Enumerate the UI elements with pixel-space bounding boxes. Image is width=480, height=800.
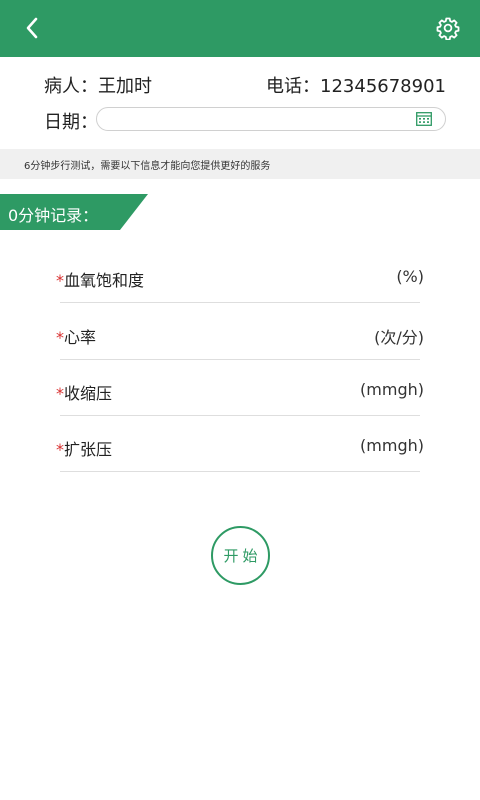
section-tag: 0分钟记录：: [0, 194, 148, 230]
required-mark: *: [56, 328, 64, 347]
field-unit: (mmgh): [360, 436, 424, 455]
app-header: [0, 0, 480, 57]
start-button[interactable]: 开始: [211, 526, 270, 585]
field-label: *心率: [56, 324, 96, 348]
info-text: 6分钟步行测试，需要以下信息才能向您提供更好的服务: [24, 161, 271, 172]
heart-rate-input[interactable]: [170, 317, 330, 347]
field-blood-oxygen: *血氧饱和度 (%): [56, 246, 424, 303]
required-mark: *: [56, 440, 64, 459]
required-mark: *: [56, 271, 64, 290]
field-unit: (%): [396, 267, 424, 286]
info-bar: 6分钟步行测试，需要以下信息才能向您提供更好的服务: [0, 149, 480, 179]
back-button[interactable]: [16, 12, 48, 44]
date-row: 日期：: [44, 106, 448, 133]
chevron-left-icon: [26, 17, 38, 39]
field-label: *收缩压: [56, 380, 112, 404]
gear-icon: [436, 17, 460, 40]
field-label: *血氧饱和度: [56, 267, 144, 291]
field-diastolic-pressure: *扩张压 (mmgh): [56, 415, 424, 472]
field-systolic-pressure: *收缩压 (mmgh): [56, 359, 424, 416]
date-input[interactable]: [96, 107, 446, 131]
field-heart-rate: *心率 (次/分): [56, 303, 424, 360]
section-title: 0分钟记录：: [8, 206, 99, 225]
field-label-text: 收缩压: [64, 384, 113, 403]
field-label: *扩张压: [56, 436, 112, 460]
field-label-text: 心率: [64, 328, 97, 347]
patient-phone: 电话：12345678901: [266, 76, 446, 97]
field-label-text: 扩张压: [64, 440, 113, 459]
patient-info-row: 病人：王加时 电话：12345678901: [44, 72, 446, 98]
settings-button[interactable]: [432, 12, 464, 44]
blood-oxygen-input[interactable]: [170, 260, 330, 290]
diastolic-pressure-input[interactable]: [170, 429, 330, 459]
field-unit: (次/分): [374, 328, 424, 347]
field-unit: (mmgh): [360, 380, 424, 399]
date-label: 日期：: [44, 112, 98, 133]
patient-name: 病人：王加时: [44, 76, 152, 97]
field-label-text: 血氧饱和度: [64, 271, 145, 290]
required-mark: *: [56, 384, 64, 403]
systolic-pressure-input[interactable]: [170, 373, 330, 403]
calendar-icon[interactable]: [416, 112, 432, 126]
